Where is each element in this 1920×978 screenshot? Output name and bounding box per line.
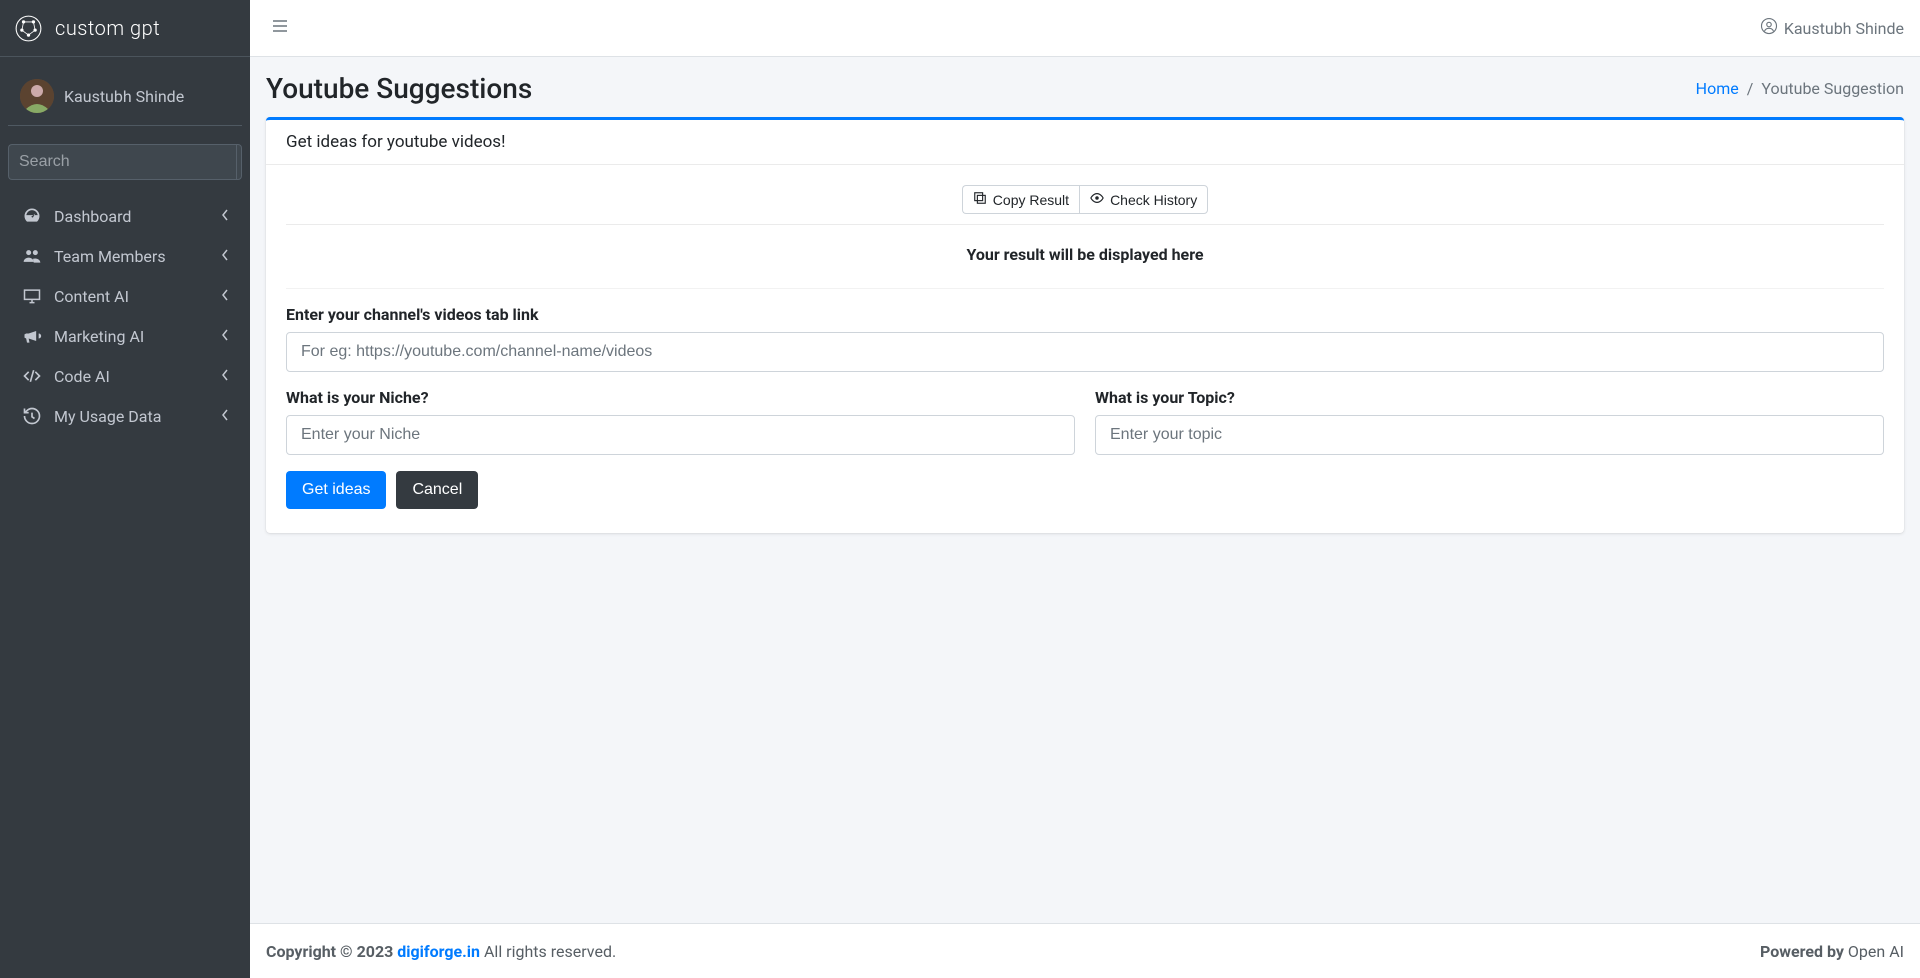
check-history-button[interactable]: Check History	[1079, 185, 1208, 214]
code-icon	[20, 366, 44, 386]
videos-link-input[interactable]	[286, 332, 1884, 372]
niche-input[interactable]	[286, 415, 1075, 455]
brand-text: custom gpt	[55, 16, 160, 40]
youtube-suggestion-card: Get ideas for youtube videos! Copy Resul…	[266, 117, 1904, 533]
content: Get ideas for youtube videos! Copy Resul…	[250, 117, 1920, 923]
get-ideas-button[interactable]: Get ideas	[286, 471, 386, 509]
search-button[interactable]	[236, 144, 242, 180]
copy-icon	[973, 191, 987, 208]
powered-prefix: Powered by	[1760, 942, 1848, 961]
chevron-left-icon	[220, 287, 230, 306]
page-title: Youtube Suggestions	[266, 72, 532, 105]
chevron-left-icon	[220, 207, 230, 226]
avatar	[20, 79, 54, 113]
breadcrumb: Home / Youtube Suggestion	[1696, 79, 1904, 98]
copy-result-label: Copy Result	[993, 192, 1069, 208]
desktop-icon	[20, 286, 44, 306]
sidebar-user-name: Kaustubh Shinde	[64, 87, 184, 106]
niche-group: What is your Niche?	[286, 388, 1075, 455]
hamburger-toggle[interactable]	[266, 12, 294, 44]
check-history-label: Check History	[1110, 192, 1197, 208]
result-toolbar: Copy Result Check History	[286, 185, 1884, 214]
footer-powered: Powered by Open AI	[1760, 942, 1904, 961]
breadcrumb-sep: /	[1747, 79, 1754, 98]
videos-link-group: Enter your channel's videos tab link	[286, 305, 1884, 372]
result-placeholder: Your result will be displayed here	[286, 224, 1884, 276]
sidebar-item-content-ai[interactable]: Content AI	[8, 276, 242, 316]
sidebar-item-label: Dashboard	[54, 207, 220, 226]
main: Kaustubh Shinde Youtube Suggestions Home…	[250, 0, 1920, 978]
sidebar-item-label: Code AI	[54, 367, 220, 386]
breadcrumb-current: Youtube Suggestion	[1761, 79, 1904, 98]
chevron-left-icon	[220, 407, 230, 426]
copy-result-button[interactable]: Copy Result	[962, 185, 1079, 214]
form-actions: Get ideas Cancel	[286, 471, 1884, 509]
sidebar-item-dashboard[interactable]: Dashboard	[8, 196, 242, 236]
search-input[interactable]	[8, 144, 236, 180]
sidebar-item-marketing-ai[interactable]: Marketing AI	[8, 316, 242, 356]
user-circle-icon	[1760, 17, 1784, 39]
users-icon	[20, 246, 44, 266]
sidebar-item-label: Content AI	[54, 287, 220, 306]
powered-by: Open AI	[1848, 942, 1904, 961]
brand-logo-icon	[12, 12, 45, 45]
gauge-icon	[20, 206, 44, 226]
bullhorn-icon	[20, 326, 44, 346]
sidebar: custom gpt Kaustubh Shinde Dashboard	[0, 0, 250, 978]
sidebar-item-my-usage-data[interactable]: My Usage Data	[8, 396, 242, 436]
footer-link[interactable]: digiforge.in	[397, 942, 480, 961]
topbar-user-name: Kaustubh Shinde	[1784, 19, 1904, 38]
sidebar-item-team-members[interactable]: Team Members	[8, 236, 242, 276]
chevron-left-icon	[220, 367, 230, 386]
sidebar-user[interactable]: Kaustubh Shinde	[8, 67, 242, 126]
videos-link-label: Enter your channel's videos tab link	[286, 305, 1884, 324]
footer: Copyright © 2023 digiforge.in All rights…	[250, 923, 1920, 978]
topic-label: What is your Topic?	[1095, 388, 1884, 407]
brand[interactable]: custom gpt	[0, 0, 250, 57]
cancel-button[interactable]: Cancel	[396, 471, 478, 509]
eye-icon	[1090, 191, 1104, 208]
sidebar-search	[8, 144, 242, 180]
sidebar-item-code-ai[interactable]: Code AI	[8, 356, 242, 396]
chevron-left-icon	[220, 247, 230, 266]
sidebar-item-label: Team Members	[54, 247, 220, 266]
history-icon	[20, 406, 44, 426]
breadcrumb-home[interactable]: Home	[1696, 79, 1739, 98]
sidebar-nav: Dashboard Team Members Content AI Market…	[0, 196, 250, 436]
copyright-prefix: Copyright © 2023	[266, 942, 397, 961]
niche-label: What is your Niche?	[286, 388, 1075, 407]
topbar-user[interactable]: Kaustubh Shinde	[1760, 17, 1904, 39]
sidebar-item-label: My Usage Data	[54, 407, 220, 426]
copyright-suffix: All rights reserved.	[480, 942, 616, 961]
content-header: Youtube Suggestions Home / Youtube Sugge…	[250, 57, 1920, 117]
topbar: Kaustubh Shinde	[250, 0, 1920, 57]
card-header: Get ideas for youtube videos!	[266, 120, 1904, 165]
footer-copyright: Copyright © 2023 digiforge.in All rights…	[266, 942, 616, 961]
sidebar-item-label: Marketing AI	[54, 327, 220, 346]
topic-input[interactable]	[1095, 415, 1884, 455]
chevron-left-icon	[220, 327, 230, 346]
topic-group: What is your Topic?	[1095, 388, 1884, 455]
bars-icon	[272, 19, 288, 38]
